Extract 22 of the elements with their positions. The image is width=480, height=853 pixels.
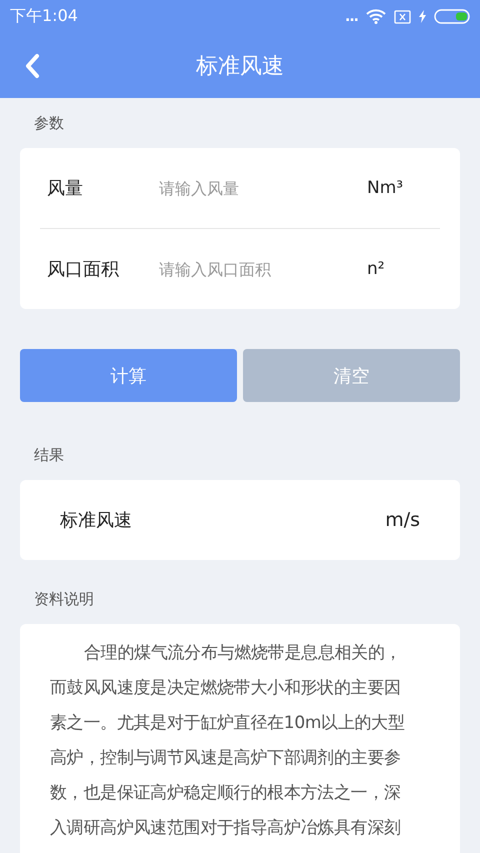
input-field[interactable]: 请输入风口面积 bbox=[159, 260, 359, 278]
field-label: 风口面积 bbox=[47, 258, 120, 281]
unit-label: n² bbox=[367, 259, 385, 279]
input-field[interactable]: 请输入风量 bbox=[159, 178, 359, 198]
battery-icon bbox=[434, 9, 470, 24]
calculate-button[interactable]: 计算 bbox=[20, 349, 237, 402]
unit-label: Nm³ bbox=[367, 178, 404, 198]
unit-label: m/s bbox=[385, 509, 420, 531]
back-icon[interactable] bbox=[24, 53, 40, 79]
charging-icon bbox=[419, 10, 426, 23]
status-time: 下午1:04 bbox=[10, 6, 78, 27]
section-label: 资料说明 bbox=[34, 590, 94, 608]
section-label: 参数 bbox=[34, 114, 64, 132]
field-label: 风量 bbox=[47, 177, 84, 200]
description-text: 合理的煤气流分布与燃烧带是息息相关的， 而鼓风风速度是决定燃烧带大小和形状的主要因 素之一。尤其是对于缸炉直径在10m以上的大型 高炉，控制与调节风速是高炉下部调剂的主要参 数，也是保证高炉稳定顺行的根本方法之一，深 入调研高炉风速范围对于指导高炉冶炼具有深刻 bbox=[50, 642, 406, 840]
sim-icon bbox=[394, 10, 411, 24]
more-dots: ... bbox=[345, 8, 358, 24]
section-label: 结果 bbox=[34, 446, 64, 464]
result-label: 标准风速 bbox=[60, 509, 132, 532]
page-title: 标准风速 bbox=[196, 52, 284, 80]
wifi-icon bbox=[366, 9, 386, 24]
clear-button[interactable]: 清空 bbox=[243, 349, 460, 402]
